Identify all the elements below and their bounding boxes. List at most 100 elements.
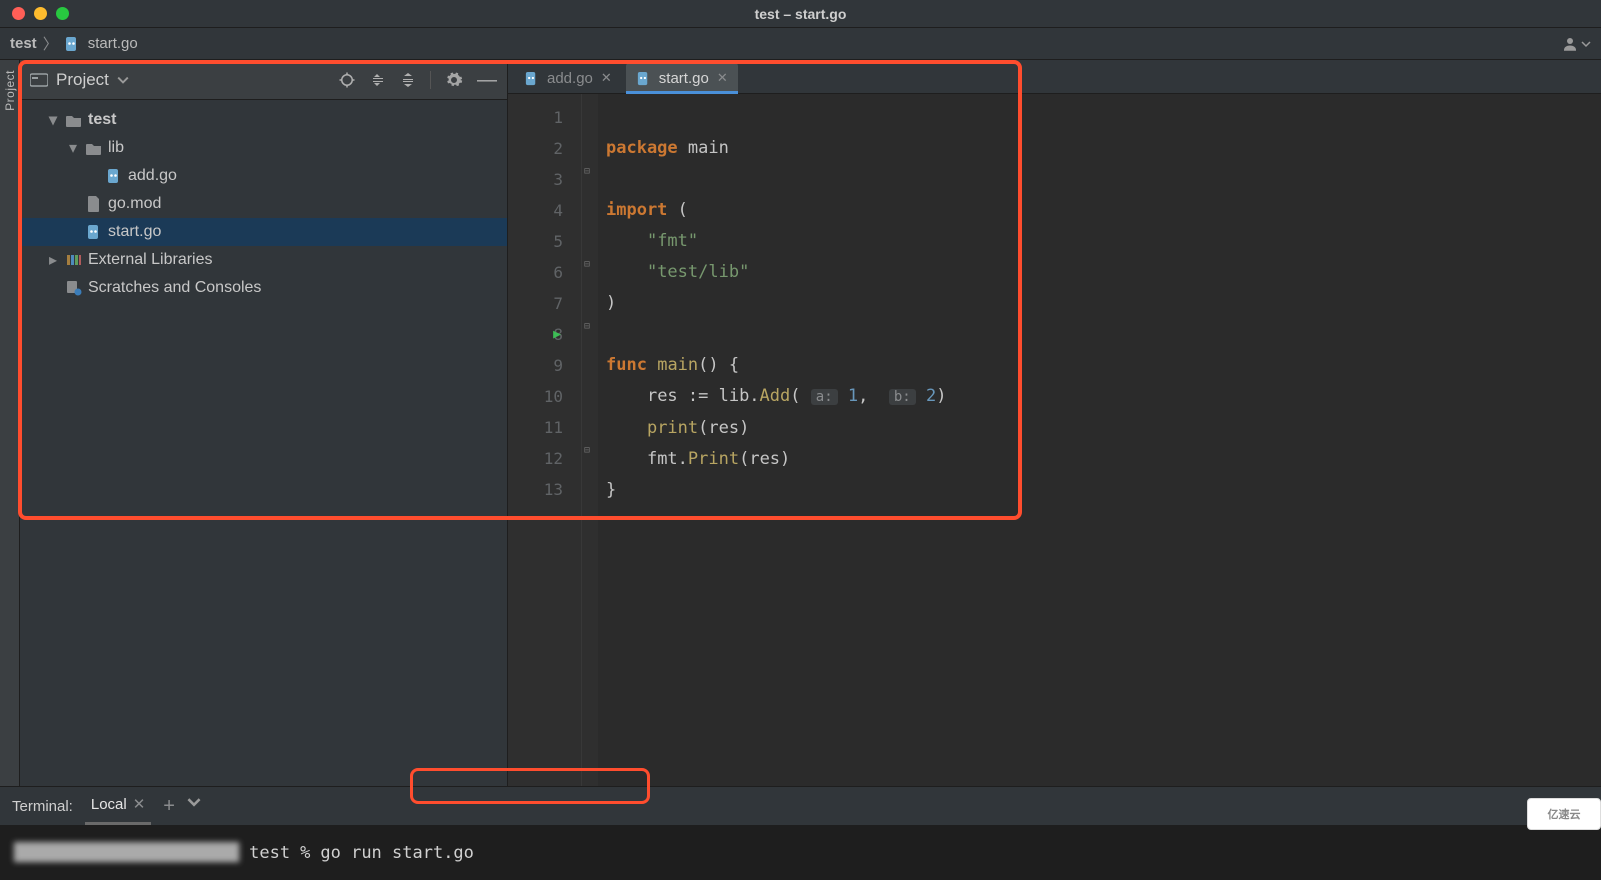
code-token: package (606, 138, 678, 158)
run-gutter-icon[interactable]: ▶ (553, 319, 561, 350)
tab-start-go[interactable]: start.go ✕ (626, 63, 738, 93)
tool-window-stripe[interactable]: Project (0, 60, 20, 786)
code-token: import (606, 200, 667, 220)
code-token: res := lib. (647, 386, 760, 406)
terminal-command: go run start.go (320, 843, 474, 863)
line-number[interactable]: 13 (508, 474, 563, 505)
fold-close-icon[interactable]: ⊟ (584, 435, 590, 466)
code-token: fmt. (647, 449, 688, 469)
code-token: 2 (926, 386, 936, 406)
code-token: Print (688, 449, 739, 469)
code-token: } (606, 480, 616, 500)
tree-folder-lib[interactable]: ▾ lib (20, 134, 507, 162)
tree-external-libraries[interactable]: ▸ External Libraries (20, 246, 507, 274)
line-gutter[interactable]: 1 2 3 4 5 6 7 8 ▶ 9 10 11 12 13 (508, 94, 582, 786)
line-number[interactable]: 2 (508, 133, 563, 164)
minimize-window-icon[interactable] (34, 7, 47, 20)
close-icon[interactable]: ✕ (717, 70, 728, 86)
code-token: (res) (698, 418, 749, 438)
code-token: ( (678, 200, 688, 220)
tree-label: add.go (128, 167, 177, 185)
tree-label: Scratches and Consoles (88, 279, 261, 297)
code-token: () { (698, 355, 739, 375)
tool-window-label[interactable]: Project (3, 70, 17, 111)
tree-file-start-go[interactable]: start.go (20, 218, 507, 246)
code-content[interactable]: package main import ( "fmt" "test/lib" )… (598, 94, 1601, 786)
terminal-prompt-symbol: % (300, 843, 310, 863)
fold-column[interactable]: ⊟ ⊟ ⊟ ⊟ (582, 94, 598, 786)
code-token: print (647, 418, 698, 438)
breadcrumb-file[interactable]: start.go (88, 35, 138, 52)
tree-file-go-mod[interactable]: go.mod (20, 190, 507, 218)
project-header-title-group[interactable]: Project (30, 70, 129, 90)
chevron-down-icon (1581, 39, 1591, 49)
fold-close-icon[interactable]: ⊟ (584, 249, 590, 280)
param-hint: a: (811, 389, 838, 405)
line-number[interactable]: 12 (508, 443, 563, 474)
gear-icon[interactable] (445, 71, 463, 89)
line-number[interactable]: 3 (508, 164, 563, 195)
close-icon[interactable]: ✕ (133, 795, 146, 813)
tree-scratches[interactable]: Scratches and Consoles (20, 274, 507, 302)
scratches-icon (64, 280, 84, 296)
chevron-down-icon[interactable]: ▾ (46, 110, 60, 130)
tree-label: start.go (108, 223, 161, 241)
add-terminal-icon[interactable]: + (163, 795, 175, 818)
tree-file-add-go[interactable]: add.go (20, 162, 507, 190)
terminal-body[interactable]: ██████████████████████ test % go run sta… (0, 826, 1601, 880)
code-token: "fmt" (647, 231, 698, 251)
expand-all-icon[interactable] (370, 72, 386, 88)
project-header-title: Project (56, 70, 109, 90)
code-token: func (606, 355, 647, 375)
tab-add-go[interactable]: add.go ✕ (514, 63, 622, 93)
folder-icon (64, 113, 84, 127)
project-panel: Project — ▾ test ▾ (20, 60, 508, 786)
watermark: 亿速云 (1527, 798, 1601, 830)
go-file-icon (524, 71, 539, 86)
line-number[interactable]: 4 (508, 195, 563, 226)
line-number[interactable]: 7 (508, 288, 563, 319)
terminal-label: Terminal: (12, 798, 73, 815)
chevron-down-icon (117, 74, 129, 86)
code-token: (res) (739, 449, 790, 469)
line-number[interactable]: 5 (508, 226, 563, 257)
breadcrumb-root[interactable]: test (10, 35, 37, 52)
chevron-down-icon[interactable]: ▾ (66, 138, 80, 158)
code-token: main (657, 355, 698, 375)
editor-area: add.go ✕ start.go ✕ 1 2 3 4 5 6 7 (508, 60, 1601, 786)
line-number[interactable]: 9 (508, 350, 563, 381)
line-number[interactable]: 8 ▶ (508, 319, 563, 350)
chevron-right-icon[interactable]: ▸ (46, 250, 60, 270)
chevron-down-icon[interactable] (187, 795, 201, 809)
project-tree[interactable]: ▾ test ▾ lib add.go (20, 100, 507, 786)
breadcrumb-separator-icon: 〉 (43, 33, 58, 54)
terminal-header: Terminal: Local ✕ + (0, 786, 1601, 826)
maximize-window-icon[interactable] (56, 7, 69, 20)
collapse-all-icon[interactable] (400, 72, 416, 88)
line-number[interactable]: 1 (508, 102, 563, 133)
titlebar: test – start.go (0, 0, 1601, 28)
close-icon[interactable]: ✕ (601, 70, 612, 86)
terminal-tab-local[interactable]: Local ✕ (85, 795, 151, 817)
code-editor[interactable]: 1 2 3 4 5 6 7 8 ▶ 9 10 11 12 13 ⊟ ⊟ (508, 94, 1601, 786)
line-number[interactable]: 11 (508, 412, 563, 443)
fold-open-icon[interactable]: ⊟ (584, 311, 590, 342)
close-window-icon[interactable] (12, 7, 25, 20)
code-token: , (858, 386, 868, 406)
window-title: test – start.go (755, 6, 847, 22)
code-token: 1 (848, 386, 858, 406)
terminal-tab-label: Local (91, 796, 127, 813)
tree-label: External Libraries (88, 251, 213, 269)
fold-open-icon[interactable]: ⊟ (584, 156, 590, 187)
editor-tabs: add.go ✕ start.go ✕ (508, 60, 1601, 94)
tree-root-test[interactable]: ▾ test (20, 106, 507, 134)
line-number[interactable]: 10 (508, 381, 563, 412)
project-view-icon (30, 72, 48, 88)
locate-icon[interactable] (338, 71, 356, 89)
terminal-user-blurred: ██████████████████████ (14, 843, 239, 863)
user-indicator[interactable] (1561, 35, 1591, 53)
line-number[interactable]: 6 (508, 257, 563, 288)
code-token: ( (790, 386, 800, 406)
terminal-prompt-dir: test (249, 843, 290, 863)
code-token: main (688, 138, 729, 158)
